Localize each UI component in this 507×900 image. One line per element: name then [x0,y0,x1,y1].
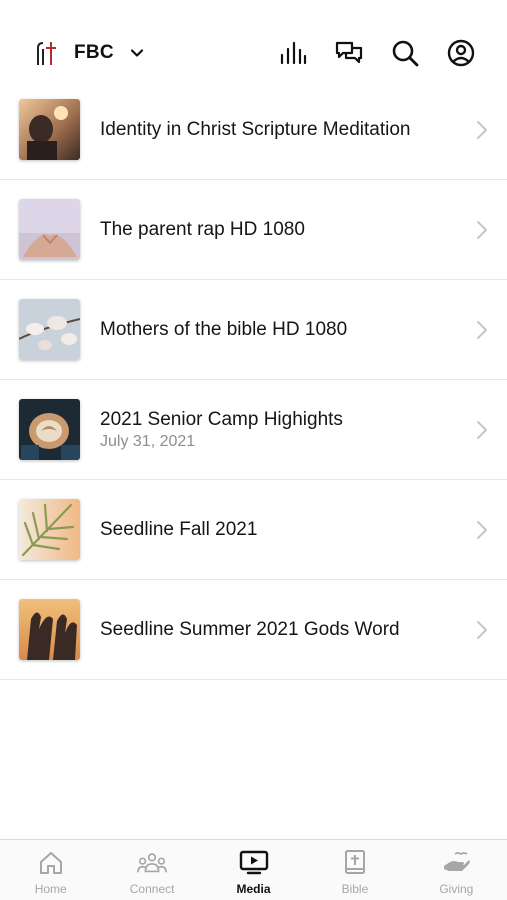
giving-hand-icon [441,849,471,877]
list-item[interactable]: The parent rap HD 1080 [0,180,507,280]
tab-label: Connect [129,882,175,896]
media-list: Identity in Christ Scripture Meditation … [0,80,507,680]
media-title: 2021 Senior Camp Highights [100,409,343,430]
media-thumbnail [19,599,80,660]
tab-connect[interactable]: Connect [101,840,202,900]
media-title: Seedline Summer 2021 Gods Word [100,619,400,640]
media-thumbnail [19,399,80,460]
group-icon [137,849,168,877]
church-name: FBC [74,42,114,63]
tab-giving[interactable]: Giving [406,840,507,900]
media-thumbnail [19,299,80,360]
tv-play-icon [239,849,269,877]
profile-icon[interactable] [447,39,475,67]
church-logo-icon [32,38,62,68]
tab-bible[interactable]: Bible [304,840,405,900]
chevron-right-icon [477,520,487,539]
header-actions [279,39,475,67]
status-bar [0,0,507,26]
tab-home[interactable]: Home [0,840,101,900]
bottom-tab-bar: Home Connect Media Bible Giving [0,839,507,900]
home-icon [36,849,66,877]
list-item[interactable]: Mothers of the bible HD 1080 [0,280,507,380]
media-thumbnail [19,499,80,560]
media-title: Identity in Christ Scripture Meditation [100,119,411,140]
chevron-right-icon [477,420,487,439]
audio-bars-icon[interactable] [279,39,307,67]
media-date: July 31, 2021 [100,433,196,450]
tab-label: Giving [439,882,474,896]
list-item[interactable]: 2021 Senior Camp Highights July 31, 2021 [0,380,507,480]
media-title: Mothers of the bible HD 1080 [100,319,348,340]
media-thumbnail [19,199,80,260]
church-switcher[interactable]: FBC [32,38,144,68]
media-thumbnail [19,99,80,160]
chevron-right-icon [477,220,487,239]
app-header: FBC [0,26,507,80]
tab-label: Home [34,882,67,896]
chat-icon[interactable] [335,39,363,67]
search-icon[interactable] [391,39,419,67]
chevron-down-icon [130,49,144,57]
tab-label: Media [236,882,271,896]
media-title: Seedline Fall 2021 [100,519,258,540]
chevron-right-icon [477,320,487,339]
list-item[interactable]: Seedline Summer 2021 Gods Word [0,580,507,680]
list-item[interactable]: Identity in Christ Scripture Meditation [0,80,507,180]
tab-label: Bible [341,882,369,896]
tab-media[interactable]: Media [203,840,304,900]
chevron-right-icon [477,620,487,639]
media-title: The parent rap HD 1080 [100,219,305,240]
chevron-right-icon [477,120,487,139]
bible-icon [340,849,370,877]
list-item[interactable]: Seedline Fall 2021 [0,480,507,580]
